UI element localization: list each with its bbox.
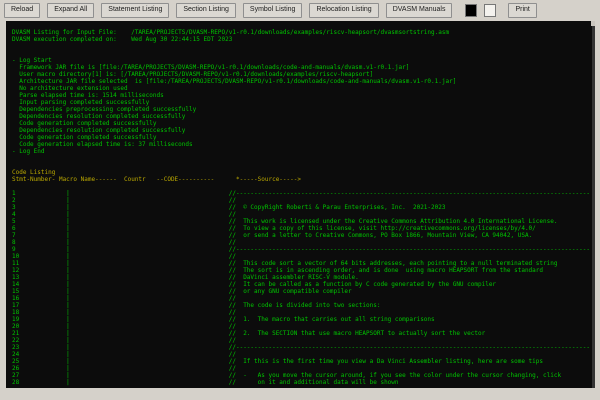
log-line: No architecture extension used bbox=[12, 85, 595, 92]
scrollbar-top-notch bbox=[591, 21, 595, 26]
blank-line bbox=[12, 162, 595, 169]
code-row: 5 | // This work is licensed under the C… bbox=[12, 218, 595, 225]
code-row: 27 | // - As you move the cursor around,… bbox=[12, 372, 595, 379]
terminal-content: DVASM Listing for Input File: /TAREA/PRO… bbox=[6, 21, 595, 386]
code-row: 17 | // The code is divided into two sec… bbox=[12, 302, 595, 309]
log-line: Dependencies preprocessing completed suc… bbox=[12, 106, 595, 113]
code-row: 2 | // bbox=[12, 197, 595, 204]
code-row: 20 | // bbox=[12, 323, 595, 330]
code-row: 1 | //----------------------------------… bbox=[12, 190, 595, 197]
code-row: 7 | // or send a letter to Creative Comm… bbox=[12, 232, 595, 239]
code-row: 3 | // © CopyRight Roberti & Parau Enter… bbox=[12, 204, 595, 211]
statement-listing-button[interactable]: Statement Listing bbox=[101, 3, 169, 18]
terminal-scrollbar[interactable] bbox=[592, 21, 595, 388]
code-row: 12 | // The sort is in ascending order, … bbox=[12, 267, 595, 274]
code-row: 4 | // bbox=[12, 211, 595, 218]
header-input-file-line: DVASM Listing for Input File: /TAREA/PRO… bbox=[12, 29, 595, 36]
log-line: Code generation completed successfully bbox=[12, 120, 595, 127]
listing-terminal[interactable]: DVASM Listing for Input File: /TAREA/PRO… bbox=[6, 21, 595, 388]
code-row: 15 | // or any GNU compatible compiler bbox=[12, 288, 595, 295]
relocation-listing-button[interactable]: Relocation Listing bbox=[309, 3, 378, 18]
code-row: 14 | // It can be called as a function b… bbox=[12, 281, 595, 288]
blank-line bbox=[12, 183, 595, 190]
print-button[interactable]: Print bbox=[508, 3, 536, 18]
code-row: 6 | // To view a copy of this license, v… bbox=[12, 225, 595, 232]
code-row: 19 | // 1. The macro that carries out al… bbox=[12, 316, 595, 323]
code-row: 16 | // bbox=[12, 295, 595, 302]
symbol-listing-button[interactable]: Symbol Listing bbox=[243, 3, 303, 18]
section-listing-button[interactable]: Section Listing bbox=[176, 3, 236, 18]
code-row: 18 | // bbox=[12, 309, 595, 316]
log-line: User macro directory[1] is: [/TAREA/PROJ… bbox=[12, 71, 595, 78]
code-row: 25 | // If this is the first time you vi… bbox=[12, 358, 595, 365]
log-line: Dependencies resolution completed succes… bbox=[12, 127, 595, 134]
blank-line bbox=[12, 155, 595, 162]
reload-button[interactable]: Reload bbox=[4, 3, 40, 18]
white-color-swatch[interactable] bbox=[484, 4, 496, 17]
code-row: 23 | //---------------------------------… bbox=[12, 344, 595, 351]
code-listing-title: Code Listing bbox=[12, 169, 595, 176]
log-line: Parse elapsed time is: 1514 milliseconds bbox=[12, 92, 595, 99]
log-line: Architecture JAR file selected is [file:… bbox=[12, 78, 595, 85]
blank-line bbox=[12, 50, 595, 57]
code-row: 13 | // DaVinci assembler RISC-V module. bbox=[12, 274, 595, 281]
log-start-line: - Log Start bbox=[12, 57, 595, 64]
dvasm-manuals-button[interactable]: DVASM Manuals bbox=[386, 3, 453, 18]
code-row: 22 | // bbox=[12, 337, 595, 344]
log-end-line: - Log End bbox=[12, 148, 595, 155]
code-row: 8 | // bbox=[12, 239, 595, 246]
log-line: Dependencies resolution completed succes… bbox=[12, 113, 595, 120]
code-row: 26 | // bbox=[12, 365, 595, 372]
expand-all-button[interactable]: Expand All bbox=[47, 3, 94, 18]
header-execution-line: DVASM execution completed on: Wed Aug 30… bbox=[12, 36, 595, 43]
code-row: 9 | //----------------------------------… bbox=[12, 246, 595, 253]
log-line: Code generation elapsed time is: 37 mill… bbox=[12, 141, 595, 148]
code-row: 10 | // bbox=[12, 253, 595, 260]
toolbar: Reload Expand All Statement Listing Sect… bbox=[0, 0, 600, 21]
black-color-swatch[interactable] bbox=[465, 4, 477, 17]
code-row: 28 | // on it and additional data will b… bbox=[12, 379, 595, 386]
log-line: Input parsing completed successfully bbox=[12, 99, 595, 106]
log-line: Framework JAR file is [file:/TAREA/PROJE… bbox=[12, 64, 595, 71]
log-line: Code generation completed successfully bbox=[12, 134, 595, 141]
code-row: 24 | // bbox=[12, 351, 595, 358]
dvasm-listing-window: Reload Expand All Statement Listing Sect… bbox=[0, 0, 600, 400]
code-row: 21 | // 2. The SECTION that use macro HE… bbox=[12, 330, 595, 337]
blank-line bbox=[12, 43, 595, 50]
code-row: 11 | // This code sort a vector of 64 bi… bbox=[12, 260, 595, 267]
status-bar bbox=[0, 388, 600, 400]
code-listing-columns-header: Stmt-Number- Macro Name------ Countr --C… bbox=[12, 176, 595, 183]
